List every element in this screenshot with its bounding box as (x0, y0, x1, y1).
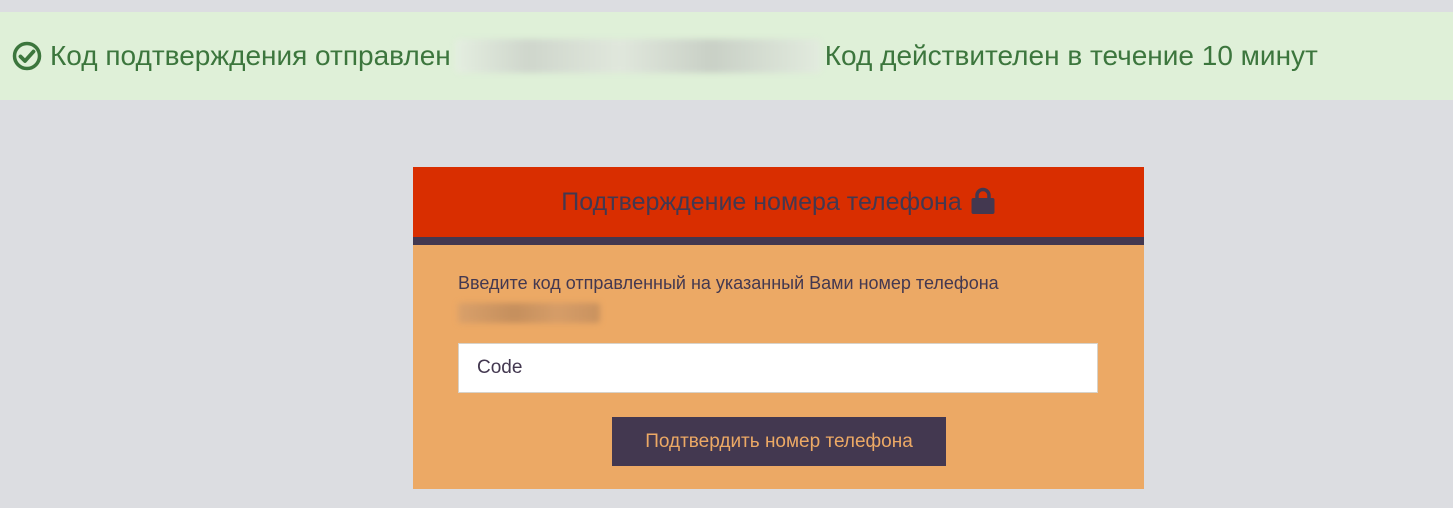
instruction-text: Введите код отправленный на указанный Ва… (458, 273, 999, 293)
success-alert: Код подтверждения отправлен Код действит… (0, 12, 1453, 100)
alert-validity-text: Код действителен в течение 10 минут (824, 40, 1318, 71)
code-input[interactable] (458, 343, 1098, 393)
confirm-phone-button[interactable]: Подтвердить номер телефона (612, 417, 946, 466)
panel-header: Подтверждение номера телефона (413, 167, 1144, 245)
redacted-phone-number (458, 303, 600, 323)
lock-icon (971, 187, 995, 214)
check-circle-icon (12, 41, 42, 71)
alert-sent-text: Код подтверждения отправлен (50, 40, 451, 71)
redacted-contact (454, 39, 821, 73)
panel-title: Подтверждение номера телефона (561, 187, 962, 216)
phone-verification-panel: Подтверждение номера телефона Введите ко… (413, 167, 1144, 489)
